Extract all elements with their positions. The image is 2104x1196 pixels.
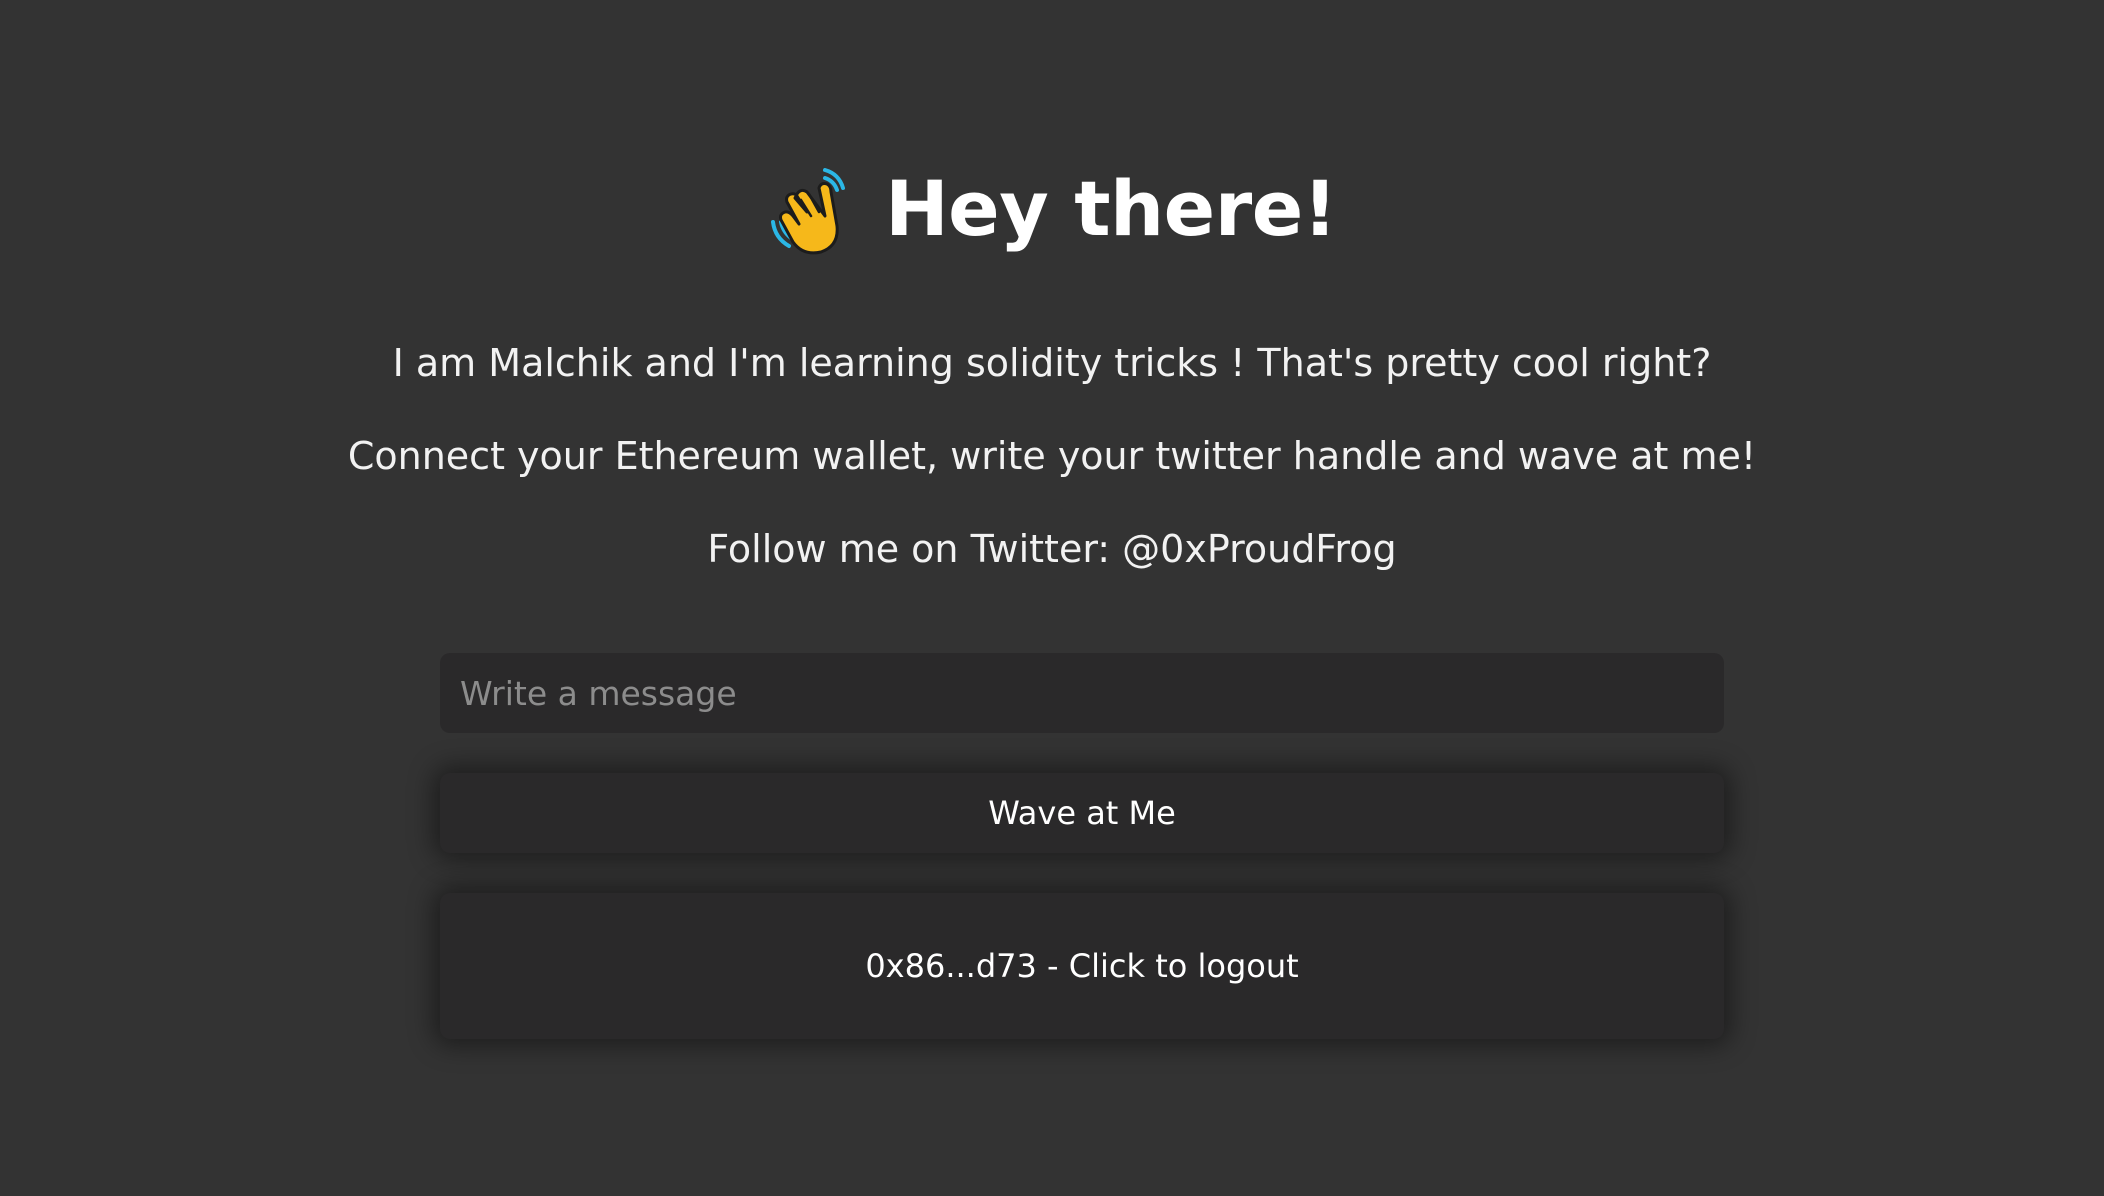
header: Hey there! [0, 150, 2104, 270]
twitter-follow-text: Follow me on Twitter: @0xProudFrog [707, 527, 1397, 571]
wave-button[interactable]: Wave at Me [440, 773, 1724, 853]
page: Hey there! I am Malchik and I'm learning… [0, 0, 2104, 1196]
intro-text: I am Malchik and I'm learning solidity t… [392, 341, 1712, 385]
waving-hand-icon [767, 164, 859, 256]
logout-button[interactable]: 0x86...d73 - Click to logout [440, 893, 1724, 1039]
instruction-text: Connect your Ethereum wallet, write your… [347, 434, 1757, 478]
page-title: Hey there! [885, 163, 1337, 253]
message-input[interactable] [440, 653, 1724, 733]
